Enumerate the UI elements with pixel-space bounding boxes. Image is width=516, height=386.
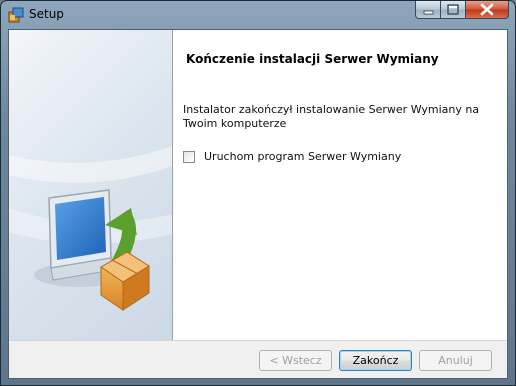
launch-program-label[interactable]: Uruchom program Serwer Wymiany	[204, 150, 401, 163]
title-bar[interactable]: Setup	[1, 1, 515, 29]
launch-program-checkbox[interactable]	[183, 150, 195, 163]
setup-window: Setup Kończenie instalacji Serwer Wymian…	[0, 0, 516, 386]
page-title: Kończenie instalacji Serwer Wymiany	[186, 52, 439, 66]
cancel-button[interactable]: Anuluj	[419, 350, 492, 371]
back-button[interactable]: < Wstecz	[259, 350, 332, 371]
wizard-side-image	[9, 30, 172, 340]
maximize-icon	[447, 4, 459, 15]
wizard-button-bar: < Wstecz Zakończ Anuluj	[9, 340, 507, 378]
caption-buttons	[415, 1, 509, 20]
close-button[interactable]	[466, 1, 509, 19]
minimize-icon	[423, 10, 434, 15]
maximize-button[interactable]	[441, 1, 466, 19]
minimize-button[interactable]	[415, 1, 441, 19]
computer-install-illustration	[9, 146, 172, 311]
launch-program-option[interactable]: Uruchom program Serwer Wymiany	[183, 150, 401, 163]
finish-button[interactable]: Zakończ	[339, 350, 412, 371]
completion-message: Instalator zakończył instalowanie Serwer…	[183, 103, 480, 130]
wizard-client-area: Kończenie instalacji Serwer Wymiany Inst…	[8, 29, 508, 379]
window-title: Setup	[29, 7, 64, 21]
setup-app-icon	[8, 7, 24, 23]
close-icon	[480, 3, 494, 16]
wizard-content: Kończenie instalacji Serwer Wymiany Inst…	[173, 30, 507, 340]
